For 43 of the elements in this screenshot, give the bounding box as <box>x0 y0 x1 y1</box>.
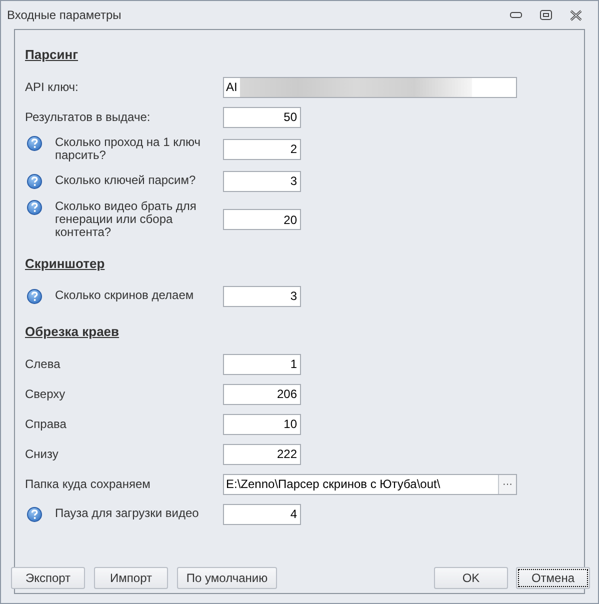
number-field[interactable]: 10 <box>223 414 301 434</box>
help-icon[interactable] <box>27 136 42 151</box>
toolbar-button[interactable]: Экспорт <box>11 567 85 589</box>
ok-button[interactable]: OK <box>434 567 508 589</box>
browse-button[interactable]: ··· <box>498 474 516 494</box>
field-value: E:\Zenno\Парсер скринов с Ютуба\out\ <box>226 476 442 493</box>
field-label: Папка куда сохраняем <box>25 478 150 490</box>
field-label: Сколько видео брать для генерации или сбора контента? <box>55 200 198 239</box>
section-heading: Скриншотер <box>25 255 105 274</box>
section-heading: Обрезка краев <box>25 323 120 342</box>
field-label: Результатов в выдаче: <box>25 110 150 124</box>
folder-field[interactable]: E:\Zenno\Парсер скринов с Ютуба\out\ ··· <box>223 474 517 494</box>
help-icon[interactable] <box>27 200 42 215</box>
close-icon[interactable] <box>570 10 582 20</box>
field-label: Пауза для загрузки видео <box>55 506 200 520</box>
number-field[interactable]: 50 <box>223 106 301 128</box>
field-label: Снизу <box>25 448 58 460</box>
field-label: API ключ: <box>25 80 78 94</box>
number-field[interactable]: 20 <box>223 209 301 230</box>
number-field[interactable]: 3 <box>223 286 301 306</box>
help-icon[interactable] <box>27 174 42 188</box>
number-field[interactable]: 222 <box>223 444 301 464</box>
field-label: Справа <box>25 418 66 430</box>
section-heading: Парсинг <box>25 46 78 64</box>
field-label: Сколько скринов делаем <box>55 288 195 302</box>
cancel-button[interactable]: Отмена <box>516 567 590 589</box>
number-field[interactable]: 206 <box>223 384 301 404</box>
toolbar-button[interactable]: Импорт <box>94 567 168 589</box>
number-field[interactable]: 4 <box>223 504 301 524</box>
key-field[interactable]: AI <box>223 76 517 98</box>
number-field[interactable]: 1 <box>223 354 301 374</box>
field-label: Сколько проход на 1 ключ парсить? <box>55 136 202 162</box>
help-icon[interactable] <box>27 506 42 522</box>
field-label: Слева <box>25 358 60 370</box>
window-title: Входные параметры <box>7 7 122 24</box>
field-label: Сверху <box>25 388 66 400</box>
field-label: Сколько ключей парсим? <box>55 174 197 186</box>
restore-icon[interactable] <box>540 10 552 20</box>
number-field[interactable]: 2 <box>223 138 301 160</box>
minimize-icon[interactable] <box>510 12 522 18</box>
number-field[interactable]: 3 <box>223 170 301 192</box>
toolbar-button[interactable]: По умолчанию <box>177 567 277 589</box>
help-icon[interactable] <box>27 288 42 304</box>
